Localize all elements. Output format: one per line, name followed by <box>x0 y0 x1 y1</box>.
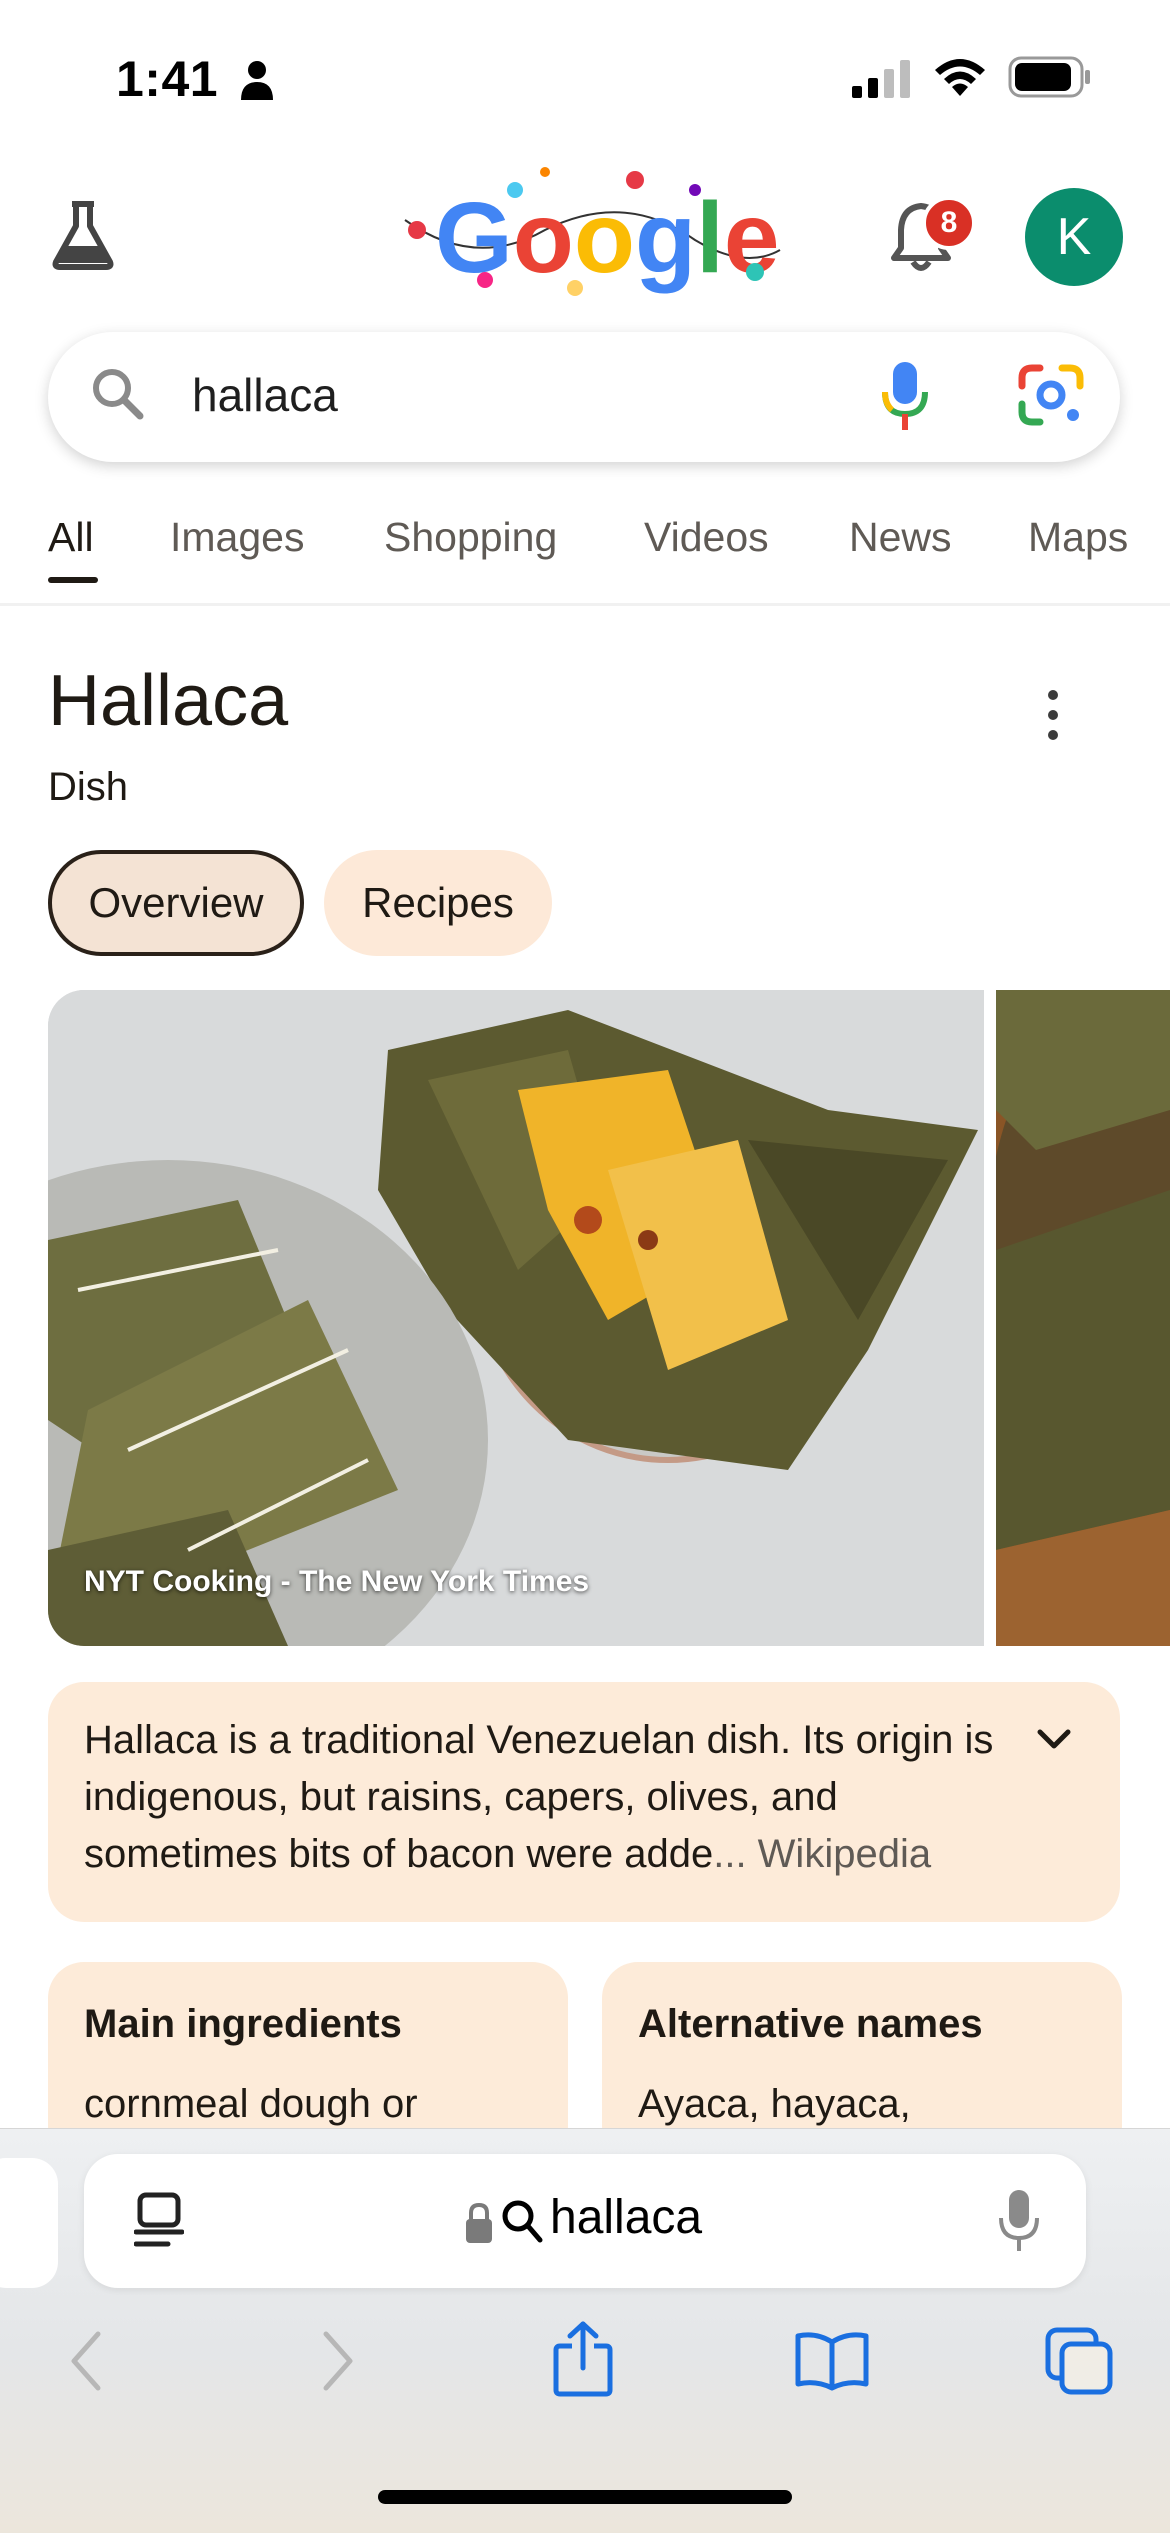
fact-card-title: Alternative names <box>638 2002 983 2046</box>
battery-icon <box>1008 56 1090 98</box>
entity-image-next[interactable] <box>996 990 1170 1646</box>
share-icon[interactable] <box>552 2320 614 2398</box>
search-input[interactable]: hallaca <box>192 368 338 422</box>
fact-card-title: Main ingredients <box>84 2002 402 2046</box>
entity-subtitle: Dish <box>48 765 129 809</box>
fact-card-value: Ayaca, hayaca, <box>638 2082 911 2126</box>
tab-videos[interactable]: Videos <box>644 514 769 561</box>
wikipedia-source-link[interactable]: ... Wikipedia <box>713 1832 931 1876</box>
voice-search-mic-icon[interactable] <box>880 360 930 432</box>
search-tabs: All Images Shopping Videos News Maps <box>0 500 1170 600</box>
image-source-caption: NYT Cooking - The New York Times <box>84 1565 590 1598</box>
tab-shopping[interactable]: Shopping <box>384 514 557 561</box>
home-indicator[interactable] <box>378 2490 792 2504</box>
back-icon[interactable] <box>66 2330 106 2392</box>
page-format-icon[interactable] <box>134 2192 184 2250</box>
google-lens-icon[interactable] <box>1018 364 1084 426</box>
chip-recipes[interactable]: Recipes <box>324 850 552 956</box>
dictation-mic-icon[interactable] <box>998 2188 1040 2254</box>
previous-tab-preview[interactable] <box>0 2158 58 2288</box>
search-icon <box>93 369 144 420</box>
tab-images[interactable]: Images <box>170 514 304 561</box>
tab-maps[interactable]: Maps <box>1028 514 1128 561</box>
entity-title: Hallaca <box>48 661 289 741</box>
more-options-icon[interactable] <box>1040 685 1066 745</box>
active-tab-indicator <box>48 577 98 583</box>
chevron-down-icon[interactable] <box>1034 1720 1074 1760</box>
person-icon <box>241 61 273 100</box>
status-time: 1:41 <box>116 51 219 107</box>
url-search-icon <box>502 2200 543 2243</box>
entity-image[interactable] <box>48 990 984 1646</box>
wifi-icon <box>935 59 985 96</box>
bookmarks-icon[interactable] <box>794 2330 870 2392</box>
google-doodle-logo[interactable]: Google <box>395 160 785 310</box>
tabs-divider <box>0 603 1170 606</box>
tab-news[interactable]: News <box>849 514 952 561</box>
lock-icon <box>466 2202 492 2243</box>
notification-badge: 8 <box>922 196 976 250</box>
tabs-icon[interactable] <box>1044 2326 1114 2396</box>
account-avatar[interactable]: K <box>1025 188 1123 286</box>
description-text: Hallaca is a traditional Venezuelan dish… <box>84 1712 1024 1883</box>
chip-overview[interactable]: Overview <box>48 850 304 956</box>
cellular-signal-icon <box>852 60 910 98</box>
forward-icon[interactable] <box>318 2330 358 2392</box>
labs-flask-icon[interactable] <box>52 200 114 270</box>
tab-all[interactable]: All <box>48 514 94 561</box>
fact-card-value: cornmeal dough or <box>84 2082 418 2126</box>
url-text[interactable]: hallaca <box>550 2190 702 2245</box>
